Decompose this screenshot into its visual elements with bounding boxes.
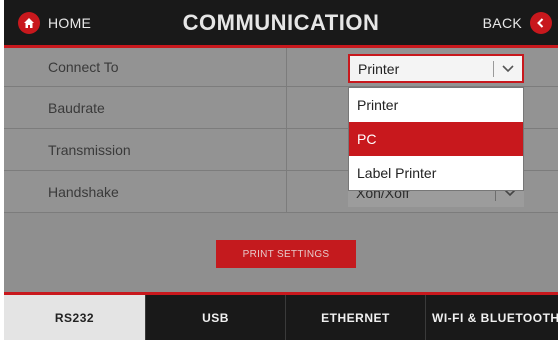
column-divider [286, 171, 287, 212]
tab-ethernet[interactable]: ETHERNET [286, 295, 426, 340]
column-divider [286, 129, 287, 170]
chevron-down-icon [494, 64, 522, 73]
tab-rs232[interactable]: RS232 [4, 295, 146, 340]
connect-to-dropdown-list: Printer PC Label Printer [348, 87, 524, 191]
app-frame: HOME COMMUNICATION BACK Connect To Print… [4, 0, 558, 340]
tab-bar: RS232 USB ETHERNET WI-FI & BLUETOOTH [4, 292, 558, 340]
connect-to-select[interactable]: Printer [348, 54, 524, 83]
setting-row-connect-to: Connect To Printer [4, 48, 558, 87]
dropdown-option-printer[interactable]: Printer [349, 88, 523, 122]
dropdown-option-label-printer[interactable]: Label Printer [349, 156, 523, 190]
back-button[interactable]: BACK [483, 12, 552, 34]
tab-usb[interactable]: USB [146, 295, 286, 340]
setting-label: Handshake [48, 183, 119, 200]
tab-wifi-bluetooth[interactable]: WI-FI & BLUETOOTH [426, 295, 558, 340]
dropdown-option-pc[interactable]: PC [349, 122, 523, 156]
page-title: COMMUNICATION [182, 10, 380, 35]
column-divider [286, 87, 287, 128]
connect-to-value: Printer [358, 60, 400, 77]
back-label: BACK [482, 15, 522, 31]
setting-label: Connect To [48, 59, 119, 75]
back-arrow-icon [530, 12, 552, 34]
column-divider [286, 48, 287, 86]
print-settings-button[interactable]: PRINT SETTINGS [216, 240, 356, 268]
header-bar: HOME COMMUNICATION BACK [4, 0, 558, 48]
setting-label: Transmission [48, 141, 131, 158]
setting-label: Baudrate [48, 99, 105, 116]
